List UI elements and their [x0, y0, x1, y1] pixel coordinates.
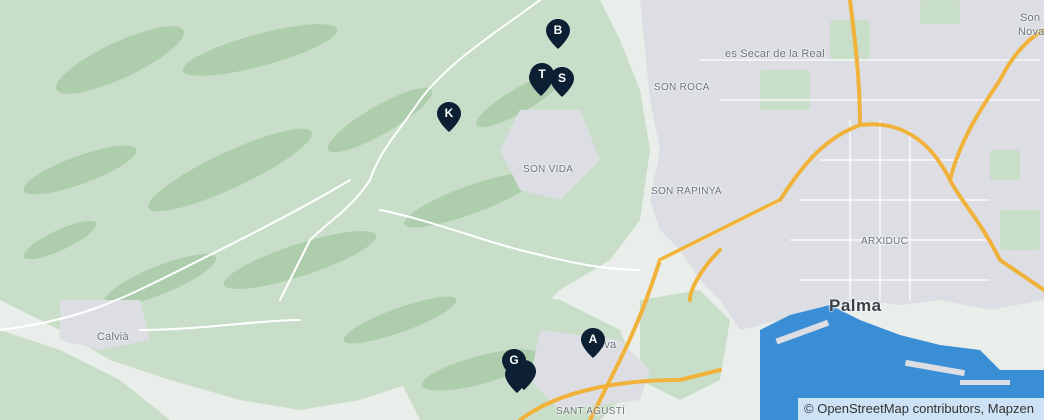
map-view[interactable]: Palma SON VIDA SON ROCA SON RAPINYA ARXI…	[0, 0, 1044, 420]
map-marker-t[interactable]: T	[530, 63, 554, 93]
place-label-palma: Palma	[829, 296, 882, 315]
marker-label: B	[553, 23, 563, 37]
map-marker-a[interactable]: A	[581, 328, 605, 358]
place-label-son-r: Son R	[1020, 12, 1044, 24]
marker-label: A	[588, 332, 598, 346]
marker-label: T	[538, 67, 546, 81]
marker-label: G	[509, 353, 519, 367]
place-label-es-secar-de-la-real: es Secar de la Real	[725, 48, 825, 60]
place-label-arxiduc: ARXIDUC	[861, 236, 909, 247]
place-label-sant-agusti: SANT AGUSTÍ	[556, 406, 626, 417]
map-marker-g[interactable]: G	[502, 349, 526, 379]
place-label-son-vida: SON VIDA	[523, 164, 574, 175]
place-label-son-roca: SON ROCA	[654, 82, 710, 93]
place-label-nova: Nova	[1018, 26, 1044, 38]
place-label-son-rapinya: SON RAPINYA	[651, 186, 722, 197]
map-marker-b[interactable]: B	[546, 19, 570, 49]
map-attribution[interactable]: © OpenStreetMap contributors, Mapzen	[798, 398, 1044, 420]
place-label-calvia: Calvià	[97, 331, 129, 343]
map-marker-k[interactable]: K	[437, 102, 461, 132]
marker-label: K	[444, 106, 454, 120]
